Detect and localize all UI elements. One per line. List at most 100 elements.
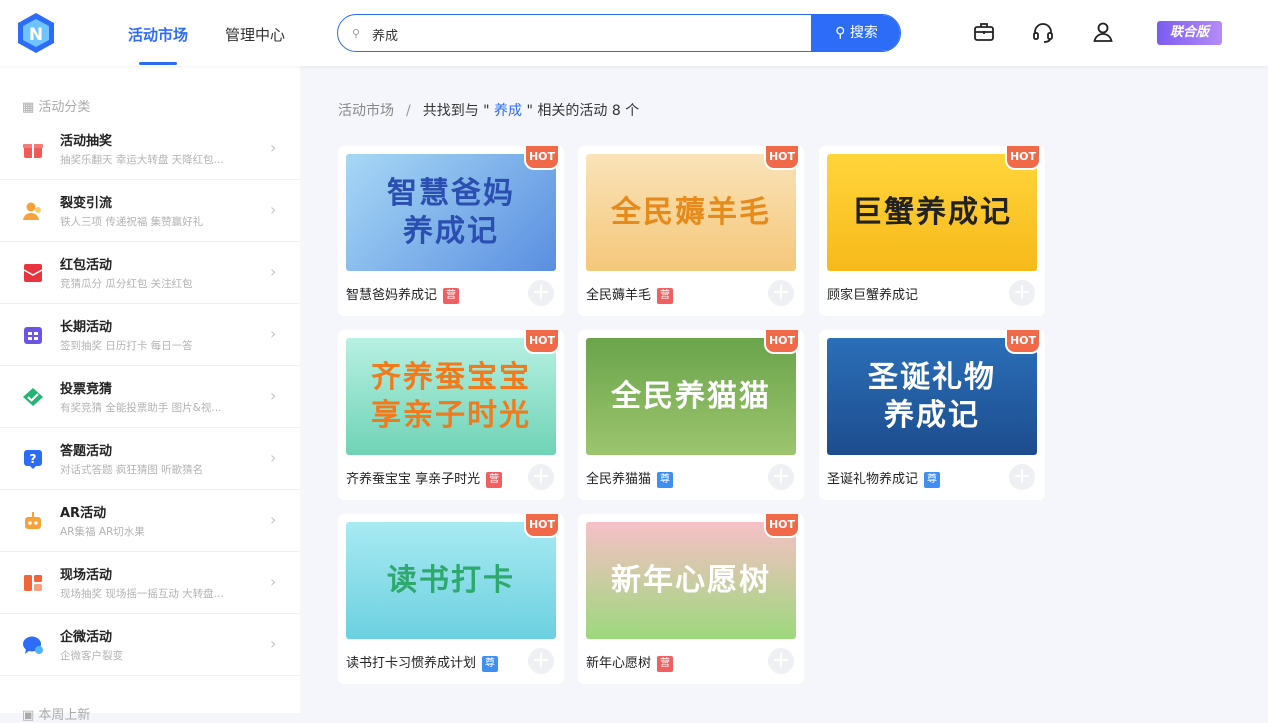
robot-icon [25, 512, 41, 529]
thumbnail-art: 齐养蚕宝宝 享亲子时光 [346, 338, 556, 455]
layout-icon [24, 575, 42, 591]
thumbnail-art: 新年心愿树 [586, 522, 796, 639]
activity-card[interactable]: 齐养蚕宝宝 享亲子时光 HOT 齐养蚕宝宝 享亲子时光营 + [338, 330, 564, 500]
hot-badge: HOT [764, 514, 800, 538]
sidebar-item-title: AR活动 [60, 506, 107, 521]
plan-tag: 营 [486, 472, 503, 488]
add-button[interactable]: + [1009, 280, 1035, 306]
activity-name: 读书打卡习惯养成计划尊 [346, 652, 499, 672]
plan-tag: 营 [657, 288, 674, 304]
thumbnail-art: 读书打卡 [346, 522, 556, 639]
tab-management-center[interactable]: 管理中心 [225, 24, 285, 45]
add-button[interactable]: + [768, 648, 794, 674]
calendar-outline-icon: ▣ [22, 708, 39, 723]
briefcase-icon[interactable] [972, 20, 996, 44]
thumbnail-art: 全民薅羊毛 [586, 154, 796, 271]
activity-thumbnail: 全民养猫猫 [586, 338, 796, 455]
activity-card[interactable]: 智慧爸妈 养成记 HOT 智慧爸妈养成记营 + [338, 146, 564, 316]
sidebar-item-ar[interactable]: AR活动 AR集福 AR切水果 › [0, 490, 300, 552]
activity-name: 全民薅羊毛营 [586, 284, 674, 304]
search-button-icon: ⚲ [835, 25, 850, 41]
activity-card[interactable]: 新年心愿树 HOT 新年心愿树营 + [578, 514, 804, 684]
activity-card[interactable]: 巨蟹养成记 HOT 顾家巨蟹养成记 + [819, 146, 1045, 316]
breadcrumb-root[interactable]: 活动市场 [338, 103, 394, 119]
plan-tag: 尊 [657, 472, 674, 488]
add-button[interactable]: + [528, 280, 554, 306]
add-button[interactable]: + [768, 280, 794, 306]
hot-badge: HOT [1005, 330, 1041, 354]
sidebar-item-fission[interactable]: 裂变引流 铁人三项 传递祝福 集赞赢好礼 › [0, 180, 300, 242]
sidebar-item-long-term[interactable]: 长期活动 签到抽奖 日历打卡 每日一答 › [0, 304, 300, 366]
sidebar-item-vote[interactable]: 投票竞猜 有奖竞猜 全能投票助手 图片&视... › [0, 366, 300, 428]
hot-badge: HOT [764, 146, 800, 170]
chevron-right-icon: › [270, 138, 277, 157]
activity-thumbnail: 齐养蚕宝宝 享亲子时光 [346, 338, 556, 455]
activity-thumbnail: 智慧爸妈 养成记 [346, 154, 556, 271]
sidebar-item-quiz[interactable]: ? 答题活动 对话式答题 疯狂猜图 听歌猜名 › [0, 428, 300, 490]
sidebar-footer[interactable]: ▣ 本周上新 [22, 704, 90, 723]
hot-badge: HOT [1005, 146, 1041, 170]
sidebar-item-wecom[interactable]: 企微活动 企微客户裂变 › [0, 614, 300, 676]
grid-icon: ▦ [22, 100, 39, 115]
activity-card[interactable]: 圣诞礼物 养成记 HOT 圣诞礼物养成记尊 + [819, 330, 1045, 500]
activity-name: 齐养蚕宝宝 享亲子时光营 [346, 468, 503, 488]
chevron-right-icon: › [270, 386, 277, 405]
sidebar-item-onsite[interactable]: 现场活动 现场抽奖 现场摇一摇互动 大转盘... › [0, 552, 300, 614]
user-icon[interactable] [1091, 20, 1115, 44]
add-button[interactable]: + [528, 464, 554, 490]
chevron-right-icon: › [270, 572, 277, 591]
sidebar-heading-label: 活动分类 [38, 100, 91, 115]
activity-thumbnail: 读书打卡 [346, 522, 556, 639]
plan-tag: 营 [443, 288, 460, 304]
search-keyword: 养成 [489, 103, 527, 119]
chevron-right-icon: › [270, 634, 277, 653]
add-button[interactable]: + [1009, 464, 1035, 490]
sidebar-item-subtitle: 对话式答题 疯狂猜图 听歌猜名 [60, 464, 204, 476]
activity-name: 全民养猫猫尊 [586, 468, 674, 488]
tab-activity-market[interactable]: 活动市场 [128, 24, 188, 45]
activity-card[interactable]: 全民养猫猫 HOT 全民养猫猫尊 + [578, 330, 804, 500]
question-icon: ? [24, 450, 42, 469]
sidebar-item-red-envelope[interactable]: 红包活动 竞猜瓜分 瓜分红包 关注红包 › [0, 242, 300, 304]
headset-icon[interactable] [1031, 20, 1055, 44]
sidebar-item-subtitle: 抽奖乐翻天 幸运大转盘 天降红包... [60, 154, 224, 166]
result-prefix: 共找到与 " [422, 103, 490, 119]
sidebar-item-title: 裂变引流 [60, 196, 113, 211]
users-icon [23, 202, 41, 220]
svg-text:N: N [29, 25, 43, 45]
search-input[interactable] [372, 24, 802, 44]
sidebar-item-subtitle: 有奖竞猜 全能投票助手 图片&视... [60, 402, 222, 414]
active-tab-indicator [139, 62, 177, 65]
sidebar-item-title: 企微活动 [60, 630, 113, 645]
sidebar-item-subtitle: 签到抽奖 日历打卡 每日一答 [60, 340, 193, 352]
add-button[interactable]: + [768, 464, 794, 490]
category-sidebar: ▦ 活动分类 活动抽奖 抽奖乐翻天 幸运大转盘 天降红包... › 裂变引流 铁… [0, 66, 300, 723]
activity-card[interactable]: 读书打卡 HOT 读书打卡习惯养成计划尊 + [338, 514, 564, 684]
sidebar-item-title: 答题活动 [60, 444, 113, 459]
activity-card[interactable]: 全民薅羊毛 HOT 全民薅羊毛营 + [578, 146, 804, 316]
app-logo[interactable]: N [16, 12, 56, 54]
plan-tag: 营 [657, 656, 674, 672]
activity-title: 顾家巨蟹养成记 [827, 288, 919, 303]
edition-badge[interactable]: 联合版 [1157, 21, 1222, 45]
activity-name: 智慧爸妈养成记营 [346, 284, 460, 304]
activity-thumbnail: 全民薅羊毛 [586, 154, 796, 271]
activity-name: 顾家巨蟹养成记 [827, 284, 918, 303]
plan-tag: 尊 [924, 472, 941, 488]
sidebar-item-subtitle: 企微客户裂变 [60, 650, 123, 662]
sidebar-item-lottery[interactable]: 活动抽奖 抽奖乐翻天 幸运大转盘 天降红包... › [0, 118, 300, 180]
search-button-label: 搜索 [849, 25, 878, 41]
breadcrumb-separator: / [406, 103, 411, 119]
chat-icon [23, 636, 43, 654]
search-button[interactable]: ⚲ 搜索 [811, 15, 900, 51]
activity-title: 圣诞礼物养成记 [827, 472, 919, 487]
sidebar-item-title: 投票竞猜 [60, 382, 113, 397]
sidebar-item-subtitle: 现场抽奖 现场摇一摇互动 大转盘... [60, 588, 224, 600]
sidebar-item-subtitle: 竞猜瓜分 瓜分红包 关注红包 [60, 278, 193, 290]
thumbnail-art: 巨蟹养成记 [827, 154, 1037, 271]
breadcrumb: 活动市场 / 共找到与 " 养成 " 相关的活动 8 个 [338, 100, 639, 120]
add-button[interactable]: + [528, 648, 554, 674]
activity-title: 读书打卡习惯养成计划 [346, 656, 477, 671]
hot-badge: HOT [524, 514, 560, 538]
chevron-right-icon: › [270, 324, 277, 343]
